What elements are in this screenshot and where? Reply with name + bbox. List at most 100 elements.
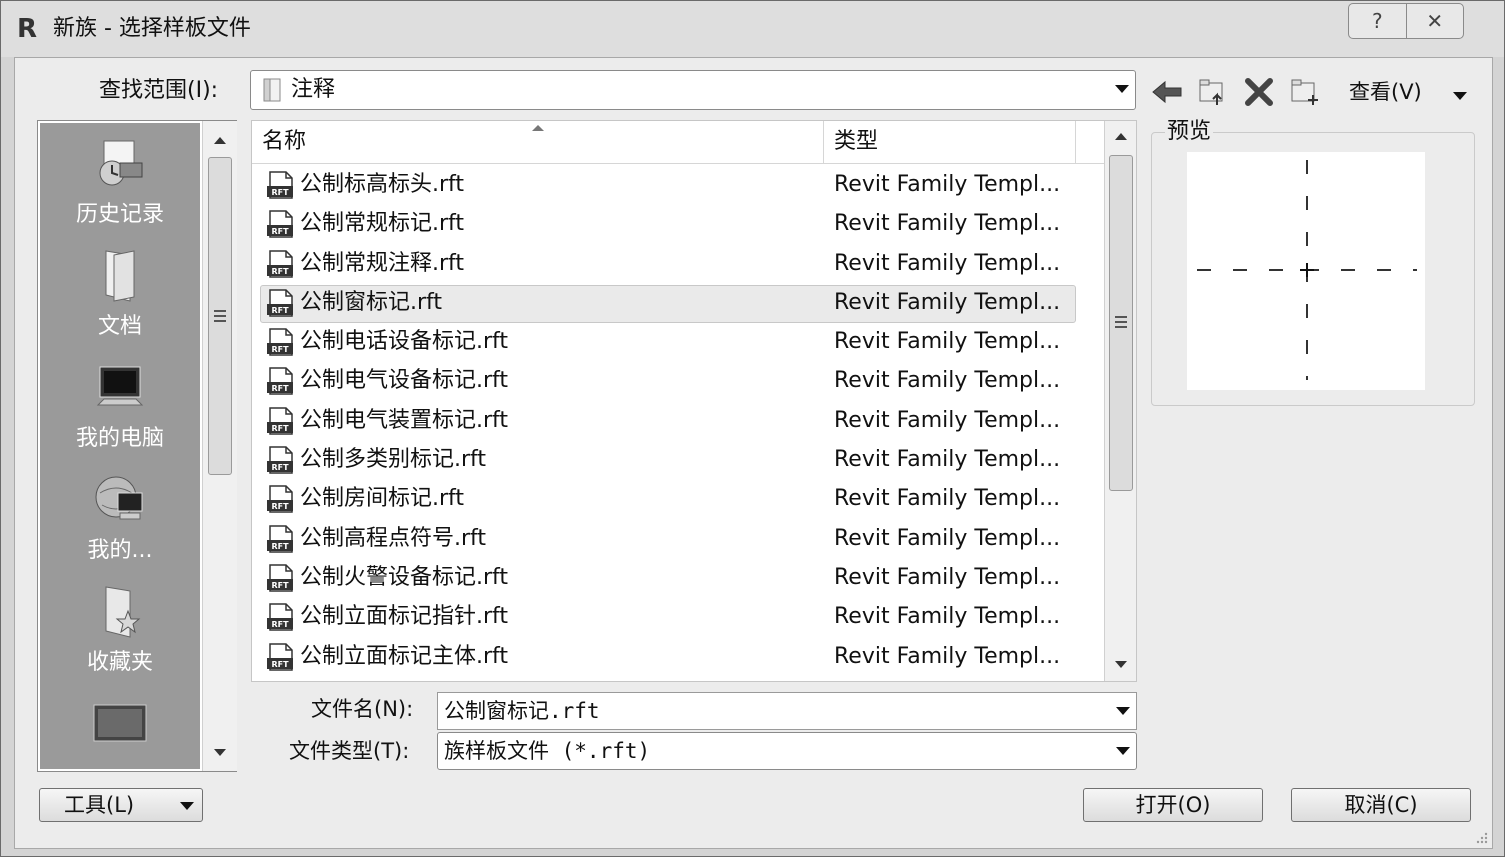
place-network[interactable]: 我的... (40, 469, 200, 565)
file-name: 公制多类别标记.rft (300, 447, 487, 473)
column-header-type[interactable]: 类型 (824, 121, 1076, 163)
file-rows: RFT 公制标高标头.rft Revit Family Templ... RFT 公制常… (252, 165, 1104, 676)
file-name: 公制立面标记指针.rft (300, 604, 509, 630)
tools-button[interactable]: 工具(L) (39, 788, 203, 822)
filename-input[interactable]: 公制窗标记.rft (437, 692, 1137, 730)
dialog-toolbar: 查看(V) (1145, 72, 1485, 112)
rft-file-icon: RFT (267, 289, 293, 317)
view-menu-button[interactable]: 查看(V) (1349, 78, 1422, 106)
file-icon-text: RFT (271, 660, 289, 669)
file-name: 公制电话设备标记.rft (300, 329, 509, 355)
file-name: 公制窗标记.rft (300, 289, 443, 315)
rft-file-icon: RFT (267, 367, 293, 396)
file-row[interactable]: RFT 公制电话设备标记.rft Revit Family Templ... (252, 322, 1104, 361)
file-name: 公制立面标记主体.rft (300, 643, 509, 669)
rft-file-icon: RFT (267, 564, 293, 592)
file-type: Revit Family Templ... (834, 368, 1061, 394)
file-row[interactable]: RFT 公制标高标头.rft Revit Family Templ... (252, 165, 1104, 204)
favorites-icon (105, 586, 141, 638)
scrollbar-thumb[interactable] (208, 157, 232, 475)
place-documents[interactable]: 文档 (40, 245, 200, 341)
filetype-label: 文件类型(T): (289, 739, 410, 763)
rft-file-icon: RFT (267, 210, 293, 239)
place-label: 历史记录 (75, 202, 164, 227)
title-buttons: ? ✕ (1348, 3, 1464, 39)
file-row[interactable]: RFT 公制电气设备标记.rft Revit Family Templ... (252, 361, 1104, 400)
window-title: 新族 - 选择样板文件 (53, 16, 251, 41)
places-list: 历史记录 文档 我的电脑 我的... 收藏夹 (40, 123, 200, 769)
file-name: 公制常规注释.rft (300, 250, 465, 276)
file-row[interactable]: RFT 公制常规标记.rft Revit Family Templ... (252, 204, 1104, 243)
cancel-button[interactable]: 取消(C) (1291, 788, 1471, 822)
back-button[interactable] (1149, 74, 1185, 110)
scroll-down-icon[interactable] (214, 749, 226, 756)
file-type: Revit Family Templ... (834, 172, 1061, 197)
close-button[interactable]: ✕ (1405, 4, 1464, 38)
back-arrow-icon (1152, 80, 1182, 104)
rft-file-icon: RFT (267, 485, 293, 514)
file-row[interactable]: RFT 公制窗标记.rft Revit Family Templ... (252, 283, 1104, 324)
chevron-down-icon[interactable] (1116, 707, 1130, 715)
file-type: Revit Family Templ... (834, 329, 1061, 355)
place-desktop[interactable] (40, 693, 200, 757)
file-list-scrollbar[interactable] (1104, 121, 1136, 681)
resize-grip-icon[interactable] (1474, 830, 1488, 844)
dialog-client-area: 查找范围(I): 注释 查看(V) 历史记录 文档 我的电脑 我的... 收藏夹… (14, 57, 1493, 849)
chevron-down-icon[interactable] (1116, 747, 1130, 755)
up-folder-button[interactable] (1195, 74, 1231, 110)
open-button[interactable]: 打开(O) (1083, 788, 1263, 822)
rft-file-icon: RFT (267, 328, 293, 356)
file-name: 公制房间标记.rft (300, 486, 465, 512)
file-row[interactable]: RFT 公制房间标记.rft Revit Family Templ... (252, 479, 1104, 518)
file-row[interactable]: RFT 公制多类别标记.rft Revit Family Templ... (252, 440, 1104, 479)
file-row[interactable]: RFT 公制高程点符号.rft Revit Family Templ... (252, 519, 1104, 558)
revit-app-icon: R (17, 14, 38, 44)
file-type: Revit Family Templ... (834, 447, 1061, 473)
chevron-down-icon[interactable] (1115, 85, 1129, 93)
place-label: 我的... (87, 538, 153, 563)
file-row[interactable]: RFT 公制常规注释.rft Revit Family Templ... (252, 244, 1104, 283)
file-row[interactable]: RFT 公制立面标记主体.rft Revit Family Templ... (252, 637, 1104, 676)
file-icon-text: RFT (271, 581, 289, 590)
file-name: 公制火警设备标记.rft (300, 564, 509, 590)
desktop-icon (93, 704, 147, 742)
file-row[interactable]: RFT 公制立面标记指针.rft Revit Family Templ... (252, 597, 1104, 636)
file-type: Revit Family Templ... (834, 407, 1061, 433)
file-icon-text: RFT (271, 188, 289, 197)
filetype-combobox[interactable]: 族样板文件 (*.rft) (437, 732, 1137, 770)
place-history[interactable]: 历史记录 (40, 133, 200, 229)
file-list: 名称 类型 RFT 公制标高标头.rft Revit Family Templ...… (251, 120, 1137, 682)
scroll-up-icon[interactable] (214, 137, 226, 144)
tools-button-label: 工具(L) (64, 793, 135, 817)
folder-icon (263, 78, 281, 102)
places-scrollbar[interactable] (202, 121, 237, 771)
file-icon-text: RFT (271, 267, 289, 276)
file-icon-text: RFT (271, 502, 289, 511)
scroll-down-icon[interactable] (1115, 661, 1127, 668)
file-type: Revit Family Templ... (834, 486, 1061, 512)
scroll-up-icon[interactable] (1115, 133, 1127, 140)
place-computer[interactable]: 我的电脑 (40, 357, 200, 453)
file-icon-text: RFT (271, 424, 289, 433)
lookin-combobox[interactable]: 注释 (250, 70, 1136, 110)
file-row[interactable]: RFT 公制火警设备标记.rft Revit Family Templ... (252, 558, 1104, 597)
title-bar: R 新族 - 选择样板文件 ? ✕ (1, 1, 1504, 57)
history-icon (99, 140, 143, 186)
grip-icon (214, 310, 226, 322)
new-folder-button[interactable] (1287, 74, 1323, 110)
scrollbar-thumb[interactable] (1109, 155, 1133, 491)
file-row[interactable]: RFT 公制电气装置标记.rft Revit Family Templ... (252, 401, 1104, 440)
grip-icon (1115, 316, 1127, 328)
filename-value: 公制窗标记.rft (444, 699, 600, 723)
rft-file-icon: RFT (267, 171, 293, 199)
file-icon-text: RFT (271, 345, 289, 354)
rft-file-icon: RFT (267, 524, 293, 553)
help-button[interactable]: ? (1349, 4, 1406, 38)
network-icon (95, 476, 143, 520)
chevron-down-icon[interactable] (1453, 92, 1467, 100)
place-label: 收藏夹 (86, 650, 153, 675)
place-label: 我的电脑 (75, 426, 164, 451)
delete-button[interactable] (1241, 74, 1277, 110)
place-favorites[interactable]: 收藏夹 (40, 581, 200, 677)
documents-icon (105, 250, 135, 302)
